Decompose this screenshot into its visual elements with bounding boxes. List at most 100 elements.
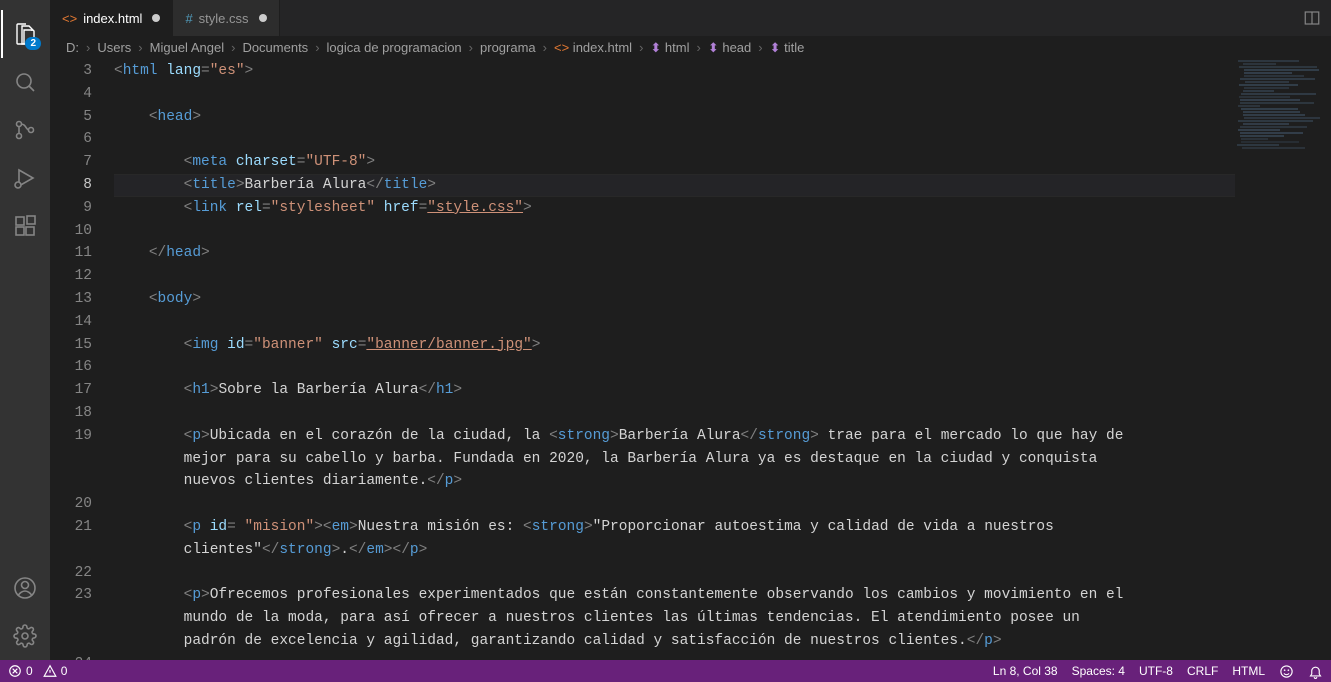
line-number: 17 <box>50 379 92 402</box>
status-cursor[interactable]: Ln 8, Col 38 <box>993 664 1058 678</box>
code-line[interactable] <box>114 653 1331 660</box>
code-line[interactable]: <p>Ofrecemos profesionales experimentado… <box>114 584 1331 607</box>
status-encoding[interactable]: UTF-8 <box>1139 664 1173 678</box>
extensions-button[interactable] <box>1 202 49 250</box>
symbol-icon: ⬍ <box>650 40 661 55</box>
code-line[interactable]: <img id="banner" src="banner/banner.jpg"… <box>114 334 1331 357</box>
activity-bar: 2 <box>0 0 50 660</box>
css-file-icon: # <box>185 11 192 26</box>
line-number: 3 <box>50 60 92 83</box>
html-file-icon: <> <box>62 11 77 26</box>
line-number: 24 <box>50 653 92 660</box>
status-warnings[interactable]: 0 <box>43 664 68 678</box>
code-line[interactable]: <link rel="stylesheet" href="style.css"> <box>114 197 1331 220</box>
status-feedback-icon[interactable] <box>1279 664 1294 679</box>
code-line[interactable]: <h1>Sobre la Barbería Alura</h1> <box>114 379 1331 402</box>
dirty-indicator-icon <box>259 14 267 22</box>
status-bell-icon[interactable] <box>1308 664 1323 679</box>
breadcrumb-segment[interactable]: Miguel Angel <box>150 40 224 55</box>
code-line[interactable]: mejor para su cabello y barba. Fundada e… <box>114 448 1331 471</box>
tab-style-css[interactable]: # style.css <box>173 0 279 36</box>
line-number: 16 <box>50 356 92 379</box>
breadcrumb-segment[interactable]: logica de programacion <box>327 40 462 55</box>
breadcrumb-symbol[interactable]: ⬍ html <box>650 40 689 56</box>
line-number <box>50 539 92 562</box>
code-line[interactable] <box>114 562 1331 585</box>
code-line[interactable]: <meta charset="UTF-8"> <box>114 151 1331 174</box>
code-line[interactable] <box>114 356 1331 379</box>
code-line[interactable]: <p id= "mision"><em>Nuestra misión es: <… <box>114 516 1331 539</box>
source-control-button[interactable] <box>1 106 49 154</box>
split-editor-icon[interactable] <box>1303 9 1321 27</box>
code-line[interactable]: <p>Ubicada en el corazón de la ciudad, l… <box>114 425 1331 448</box>
breadcrumb-segment[interactable]: Users <box>97 40 131 55</box>
line-gutter: 345678910111213141516171819 2021 2223 24 <box>50 60 114 660</box>
explorer-button[interactable]: 2 <box>1 10 49 58</box>
tab-label: style.css <box>199 11 249 26</box>
status-errors[interactable]: 0 <box>8 664 33 678</box>
code-line[interactable] <box>114 128 1331 151</box>
line-number: 5 <box>50 106 92 129</box>
code-line[interactable] <box>114 265 1331 288</box>
line-number: 9 <box>50 197 92 220</box>
code-line[interactable]: <head> <box>114 106 1331 129</box>
line-number: 12 <box>50 265 92 288</box>
line-number: 11 <box>50 242 92 265</box>
breadcrumb-segment[interactable]: Documents <box>242 40 308 55</box>
line-number: 22 <box>50 562 92 585</box>
breadcrumb-segment[interactable]: D: <box>66 40 79 55</box>
code-line[interactable] <box>114 83 1331 106</box>
tab-label: index.html <box>83 11 142 26</box>
line-number <box>50 607 92 630</box>
line-number: 20 <box>50 493 92 516</box>
symbol-icon: ⬍ <box>770 40 781 55</box>
line-number <box>50 630 92 653</box>
breadcrumb-segment[interactable]: programa <box>480 40 536 55</box>
line-number: 7 <box>50 151 92 174</box>
explorer-badge: 2 <box>25 37 41 50</box>
accounts-button[interactable] <box>1 564 49 612</box>
symbol-icon: ⬍ <box>708 40 719 55</box>
tab-index-html[interactable]: <> index.html <box>50 0 173 36</box>
code-line[interactable] <box>114 493 1331 516</box>
status-bar: 0 0 Ln 8, Col 38 Spaces: 4 UTF-8 CRLF HT… <box>0 660 1331 682</box>
settings-button[interactable] <box>1 612 49 660</box>
line-number: 6 <box>50 128 92 151</box>
code-line[interactable] <box>114 220 1331 243</box>
breadcrumb[interactable]: D:›Users›Miguel Angel›Documents›logica d… <box>50 36 1331 60</box>
minimap[interactable] <box>1235 60 1331 640</box>
line-number: 15 <box>50 334 92 357</box>
breadcrumb-file[interactable]: <> index.html <box>554 40 632 55</box>
line-number: 21 <box>50 516 92 539</box>
code-line[interactable] <box>114 311 1331 334</box>
line-number: 14 <box>50 311 92 334</box>
dirty-indicator-icon <box>152 14 160 22</box>
code-line[interactable]: nuevos clientes diariamente.</p> <box>114 470 1331 493</box>
code-line[interactable]: padrón de excelencia y agilidad, garanti… <box>114 630 1331 653</box>
breadcrumb-symbol[interactable]: ⬍ head <box>708 40 751 56</box>
status-language[interactable]: HTML <box>1232 664 1265 678</box>
html-file-icon: <> <box>554 40 569 55</box>
line-number: 13 <box>50 288 92 311</box>
code-line[interactable]: <html lang="es"> <box>114 60 1331 83</box>
line-number: 10 <box>50 220 92 243</box>
code-editor[interactable]: <html lang="es"> <head> <meta charset="U… <box>114 60 1331 660</box>
line-number <box>50 448 92 471</box>
code-line[interactable]: <title>Barbería Alura</title> <box>114 174 1331 197</box>
line-number: 19 <box>50 425 92 448</box>
code-line[interactable]: </head> <box>114 242 1331 265</box>
search-button[interactable] <box>1 58 49 106</box>
line-number: 23 <box>50 584 92 607</box>
tab-bar: <> index.html # style.css <box>50 0 1331 36</box>
code-line[interactable]: mundo de la moda, para así ofrecer a nue… <box>114 607 1331 630</box>
status-eol[interactable]: CRLF <box>1187 664 1218 678</box>
code-line[interactable] <box>114 402 1331 425</box>
line-number: 18 <box>50 402 92 425</box>
code-line[interactable]: clientes"</strong>.</em></p> <box>114 539 1331 562</box>
line-number: 4 <box>50 83 92 106</box>
breadcrumb-symbol[interactable]: ⬍ title <box>770 40 805 56</box>
line-number: 8 <box>50 174 92 197</box>
run-debug-button[interactable] <box>1 154 49 202</box>
code-line[interactable]: <body> <box>114 288 1331 311</box>
status-indent[interactable]: Spaces: 4 <box>1072 664 1125 678</box>
